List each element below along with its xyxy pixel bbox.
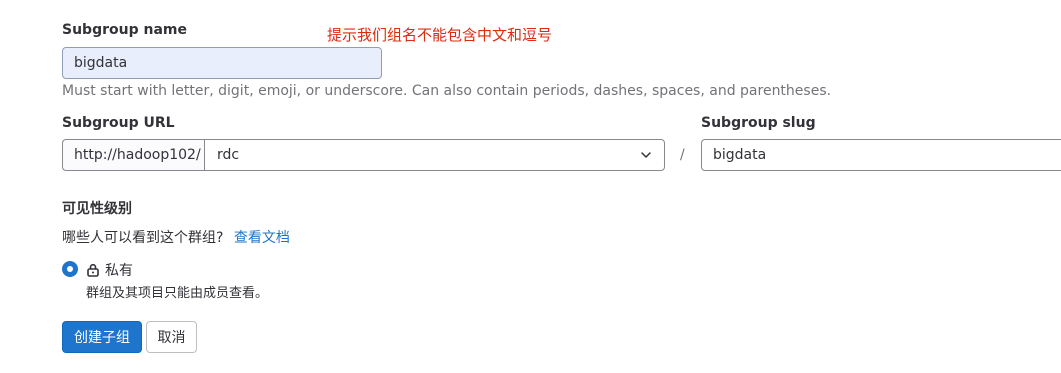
parent-group-selected: rdc (217, 147, 240, 163)
visibility-question: 哪些人可以看到这个群组? 查看文档 (62, 227, 290, 247)
annotation-note: 提示我们组名不能包含中文和逗号 (327, 26, 553, 44)
subgroup-slug-label: Subgroup slug (701, 115, 816, 131)
subgroup-name-value: bigdata (74, 55, 128, 71)
create-subgroup-button[interactable]: 创建子组 (62, 321, 142, 353)
docs-link[interactable]: 查看文档 (234, 230, 290, 246)
subgroup-slug-value: bigdata (713, 147, 767, 163)
visibility-private-description: 群组及其项目只能由成员查看。 (86, 286, 269, 301)
subgroup-slug-input[interactable]: bigdata (701, 139, 1061, 171)
visibility-private-label: 私有 (105, 263, 133, 279)
cancel-button[interactable]: 取消 (146, 321, 197, 353)
visibility-label: 可见性级别 (62, 201, 132, 217)
subgroup-url-prefix-text: http://hadoop102/ (74, 147, 201, 163)
url-separator: / (680, 147, 685, 163)
visibility-private-option[interactable]: 私有 (86, 260, 133, 280)
lock-icon (86, 263, 100, 277)
subgroup-name-input[interactable]: bigdata (62, 47, 382, 79)
chevron-down-icon (640, 149, 652, 161)
subgroup-name-label: Subgroup name (62, 22, 187, 38)
parent-group-select[interactable]: rdc (204, 139, 665, 171)
subgroup-name-help: Must start with letter, digit, emoji, or… (62, 83, 832, 99)
subgroup-url-label: Subgroup URL (62, 115, 175, 131)
visibility-question-text: 哪些人可以看到这个群组? (62, 230, 224, 246)
subgroup-url-prefix: http://hadoop102/ (62, 139, 204, 171)
visibility-private-radio[interactable] (62, 261, 78, 277)
